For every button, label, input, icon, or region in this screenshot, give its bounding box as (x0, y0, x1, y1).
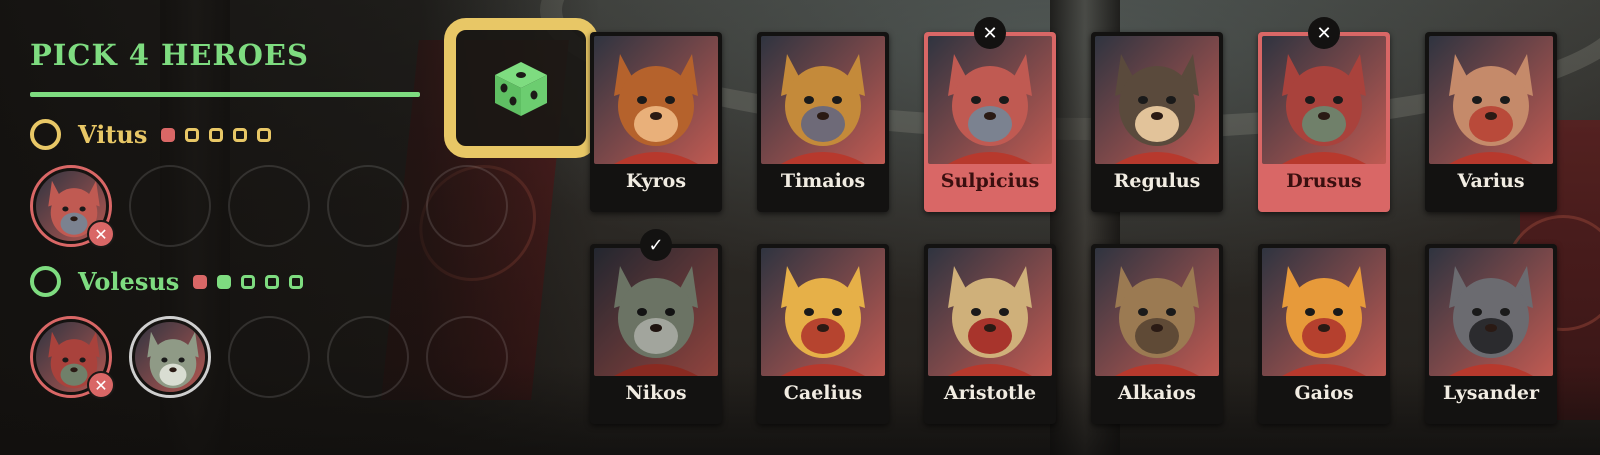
hero-slot-filled[interactable]: ✕ (30, 165, 115, 248)
hero-name: Drusus (1286, 170, 1362, 192)
hero-card-aristotle[interactable]: Aristotle (924, 244, 1056, 424)
hero-slot-empty (327, 165, 409, 247)
remove-hero-button[interactable]: ✕ (87, 220, 115, 248)
hero-portrait (1429, 36, 1553, 164)
hero-card-timaios[interactable]: Timaios (757, 32, 889, 212)
hero-name: Regulus (1113, 170, 1201, 192)
hero-slot-empty (327, 316, 409, 398)
hero-name: Timaios (780, 170, 866, 192)
player-turn-indicator (30, 266, 61, 297)
pick-pip (241, 274, 256, 289)
hero-name: Kyros (625, 170, 687, 192)
hero-card-varius[interactable]: Varius (1425, 32, 1557, 212)
hero-name: Alkaios (1117, 382, 1197, 404)
hero-card-regulus[interactable]: Regulus (1091, 32, 1223, 212)
dice-icon (495, 62, 547, 116)
hero-slot-empty (129, 165, 211, 247)
player-hero-slots: ✕ (30, 316, 525, 399)
hero-portrait (1262, 248, 1386, 376)
hero-portrait (135, 322, 205, 392)
close-icon: ✕ (974, 17, 1006, 49)
player-row-vitus: Vitus (30, 119, 281, 150)
pick-pip (209, 127, 224, 142)
player-row-volesus: Volesus (30, 266, 313, 297)
pick-pip (185, 127, 200, 142)
player-turn-indicator (30, 119, 61, 150)
hero-portrait (928, 248, 1052, 376)
hero-card-drusus[interactable]: Drusus ✕ (1258, 17, 1390, 212)
pick-pip (257, 127, 272, 142)
hero-portrait (761, 36, 885, 164)
player-name: Vitus (78, 120, 148, 149)
hero-slot-empty (228, 316, 310, 398)
hero-name: Caelius (783, 382, 863, 404)
title-divider (30, 92, 420, 97)
hero-card-alkaios[interactable]: Alkaios (1091, 244, 1223, 424)
hero-portrait (761, 248, 885, 376)
checkmark-icon: ✓ (640, 229, 672, 261)
hero-name: Gaios (1294, 382, 1354, 404)
hero-card-nikos[interactable]: Nikos ✓ (590, 229, 722, 424)
hero-card-gaios[interactable]: Gaios (1258, 244, 1390, 424)
hero-portrait (928, 36, 1052, 164)
pick-pip (193, 274, 208, 289)
hero-slot-filled[interactable] (129, 316, 211, 398)
hero-slot-filled[interactable]: ✕ (30, 316, 115, 399)
pick-pip (233, 127, 248, 142)
hero-name: Nikos (625, 382, 687, 404)
random-pick-button[interactable] (444, 18, 598, 158)
hero-slot-empty (426, 316, 508, 398)
remove-hero-button[interactable]: ✕ (87, 371, 115, 399)
hero-name: Aristotle (943, 382, 1037, 404)
hero-portrait (1095, 36, 1219, 164)
pick-pip (161, 127, 176, 142)
pick-pip (265, 274, 280, 289)
pick-heroes-title: PICK 4 HEROES (30, 38, 309, 72)
hero-name: Lysander (1443, 382, 1539, 404)
player-hero-slots: ✕ (30, 165, 525, 248)
hero-portrait (594, 248, 718, 376)
hero-portrait (1095, 248, 1219, 376)
hero-slot-empty (228, 165, 310, 247)
pick-progress-pips (193, 274, 313, 289)
hero-card-caelius[interactable]: Caelius (757, 244, 889, 424)
hero-name: Varius (1457, 170, 1525, 192)
hero-portrait (1262, 36, 1386, 164)
hero-slot-empty (426, 165, 508, 247)
hero-card-sulpicius[interactable]: Sulpicius ✕ (924, 17, 1056, 212)
pick-pip (289, 274, 304, 289)
close-icon: ✕ (1308, 17, 1340, 49)
hero-portrait (1429, 248, 1553, 376)
hero-card-kyros[interactable]: Kyros (590, 32, 722, 212)
hero-portrait (594, 36, 718, 164)
hero-card-lysander[interactable]: Lysander (1425, 244, 1557, 424)
pick-pip (217, 274, 232, 289)
pick-progress-pips (161, 127, 281, 142)
hero-name: Sulpicius (940, 170, 1040, 192)
player-name: Volesus (78, 267, 180, 296)
